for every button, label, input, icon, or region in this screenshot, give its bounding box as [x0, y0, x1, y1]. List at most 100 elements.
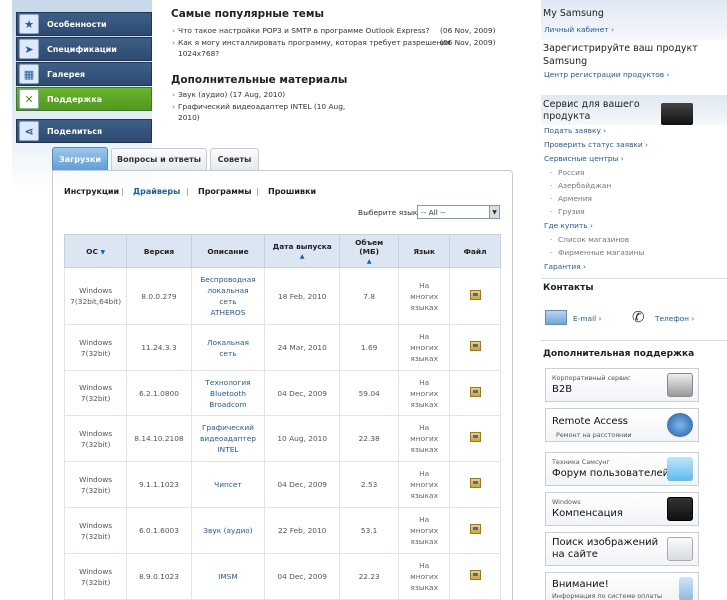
cell-size: 22.23	[339, 553, 400, 600]
nav-features[interactable]: ★ Особенности	[16, 12, 152, 36]
country-link[interactable]: Россия	[550, 168, 584, 177]
extra-link[interactable]: Звук (аудио) (17 Aug, 2010)	[172, 89, 285, 100]
cell-language: На многих языках	[398, 461, 451, 508]
table-row: Windows 7(32bit) 11.24.3.3 Локальная сеть 24 …	[63, 324, 501, 371]
shop-link[interactable]: Фирменные магазины	[550, 248, 644, 257]
language-label: Выберите язык	[358, 208, 418, 217]
cell-os: Windows 7(32bit)	[63, 415, 128, 462]
nav-label: Спецификации	[47, 44, 117, 54]
cell-date: 04 Dec, 2009	[264, 461, 341, 508]
subtab-drivers[interactable]: Драйверы	[133, 187, 180, 196]
cell-version: 8.0.0.279	[126, 267, 192, 325]
table-row: Windows 7(32bit) 6.2.1.0800 Технология Bluet…	[63, 370, 501, 416]
nav-share[interactable]: ⋖ Поделиться	[16, 119, 152, 143]
subtab-programs[interactable]: Программы	[198, 187, 252, 196]
subtab-separator: |	[121, 187, 124, 196]
download-file-icon[interactable]	[469, 432, 481, 442]
air-conditioner-icon	[667, 537, 693, 561]
cell-date: 18 Feb, 2010	[264, 267, 341, 325]
extra-link-cont: 2010)	[178, 113, 200, 122]
col-file: Файл	[449, 234, 501, 268]
popular-link[interactable]: Что такое настройки POP3 и SMTP в програ…	[172, 25, 429, 36]
cell-description[interactable]: Звук (аудио)	[190, 507, 266, 554]
cell-file[interactable]	[449, 267, 501, 325]
country-link[interactable]: Армения	[550, 194, 592, 203]
col-size[interactable]: Объем (МБ) ▲	[339, 234, 400, 268]
sort-up-icon: ▲	[299, 253, 305, 260]
col-date[interactable]: Дата выпуска ▲	[264, 234, 341, 268]
register-link[interactable]: Центр регистрации продуктов	[544, 70, 669, 79]
cell-file[interactable]	[449, 370, 501, 416]
cell-language: На многих языках	[398, 415, 451, 462]
tab-downloads[interactable]: Загрузки	[52, 147, 108, 170]
download-file-icon[interactable]	[469, 524, 481, 534]
attention-box[interactable]: Внимание! Информация по системе оплаты	[545, 572, 699, 600]
col-language: Язык	[398, 234, 451, 268]
cell-os: Windows 7(32bit)	[63, 507, 128, 554]
extra-link[interactable]: Графический видеоадаптер INTEL (10 Aug,	[172, 101, 345, 112]
b2b-box[interactable]: Корпоративный сервис B2B	[545, 368, 699, 402]
language-select[interactable]: -- All -- ▼	[417, 205, 500, 219]
service-link[interactable]: Подать заявку	[544, 126, 606, 135]
nav-gallery[interactable]: ▦ Галерея	[16, 62, 152, 86]
where-to-buy-link[interactable]: Где купить	[544, 221, 593, 230]
popular-link-cont[interactable]: 1024x768?	[178, 49, 219, 58]
star-icon: ★	[19, 14, 39, 34]
col-os[interactable]: ОС ▼	[63, 234, 128, 268]
shop-link[interactable]: Список магазинов	[550, 235, 629, 244]
download-file-icon[interactable]	[469, 386, 481, 397]
subtab-firmware[interactable]: Прошивки	[268, 187, 316, 196]
download-file-icon[interactable]	[469, 289, 481, 300]
cell-description[interactable]: Локальная сеть	[190, 324, 266, 371]
subtab-separator: |	[256, 187, 259, 196]
cell-os: Windows 7(32bit)	[63, 461, 128, 508]
table-row: Windows 7(32bit) 8.14.10.2108 Графический ви…	[63, 415, 501, 462]
popular-title: Самые популярные темы	[171, 8, 324, 20]
cell-language: На многих языках	[398, 267, 451, 325]
divider	[541, 278, 727, 279]
phone-link[interactable]: Телефон	[655, 314, 694, 323]
service-title: Сервис для вашего	[543, 99, 640, 110]
cabinet-link[interactable]: Личный кабинет	[544, 25, 614, 34]
cell-description[interactable]: Чипсет	[190, 461, 266, 508]
table-header-row: ОС ▼ Версия Описание Дата выпуска ▲ Объем…	[63, 234, 501, 268]
cell-version: 6.0.1.6003	[126, 507, 192, 554]
chat-bubble-icon	[667, 457, 693, 481]
cell-date: 10 Aug, 2010	[264, 415, 341, 462]
tab-faq[interactable]: Вопросы и ответы	[111, 148, 207, 170]
cell-size: 7.8	[339, 267, 400, 325]
nav-label: Галерея	[47, 69, 86, 79]
tab-tips[interactable]: Советы	[210, 148, 259, 170]
cell-file[interactable]	[449, 507, 501, 554]
cell-file[interactable]	[449, 461, 501, 508]
cell-file[interactable]	[449, 415, 501, 462]
service-link[interactable]: Сервисные центры	[544, 154, 624, 163]
remote-access-box[interactable]: Remote Access Ремонт на расстоянии	[545, 408, 699, 442]
image-search-box[interactable]: Поиск изображений на сайте	[545, 532, 699, 566]
cell-description[interactable]: Графический видеоадаптер INTEL	[190, 415, 266, 462]
table-row: Windows 7(32bit) 6.0.1.6003 Звук (аудио) 22 …	[63, 507, 501, 554]
cell-description[interactable]: IMSM	[190, 553, 266, 600]
warranty-link[interactable]: Гарантия	[544, 262, 586, 271]
extra-title: Дополнительные материалы	[171, 74, 348, 86]
email-link[interactable]: E-mail	[573, 314, 601, 323]
forum-box[interactable]: Техника Самсунг Форум пользователей	[545, 452, 699, 486]
download-file-icon[interactable]	[469, 341, 481, 351]
cell-file[interactable]	[449, 324, 501, 371]
cell-description[interactable]: Технология Bluetooth Broadcom	[190, 370, 266, 416]
compensation-box[interactable]: Windows Компенсация	[545, 492, 699, 526]
download-file-icon[interactable]	[469, 570, 481, 580]
nav-specifications[interactable]: ➤ Спецификации	[16, 37, 152, 61]
subtab-manuals[interactable]: Инструкции	[64, 187, 119, 196]
service-link[interactable]: Проверить статус заявки	[544, 140, 648, 149]
cell-date: 22 Feb, 2010	[264, 507, 341, 554]
country-link[interactable]: Грузия	[550, 207, 585, 216]
popular-link[interactable]: Как я могу инсталлировать программу, кот…	[172, 37, 451, 48]
cell-description[interactable]: Беспроводная локальная сеть ATHEROS	[190, 267, 266, 325]
table-row: Windows 7(32bit) 9.1.1.1023 Чипсет 04 Dec, 2…	[63, 461, 501, 508]
nav-support[interactable]: ✕ Поддержка	[16, 87, 152, 111]
country-link[interactable]: Азербайджан	[550, 181, 611, 190]
cell-file[interactable]	[449, 553, 501, 600]
download-file-icon[interactable]	[469, 478, 481, 488]
cell-version: 6.2.1.0800	[126, 370, 192, 416]
